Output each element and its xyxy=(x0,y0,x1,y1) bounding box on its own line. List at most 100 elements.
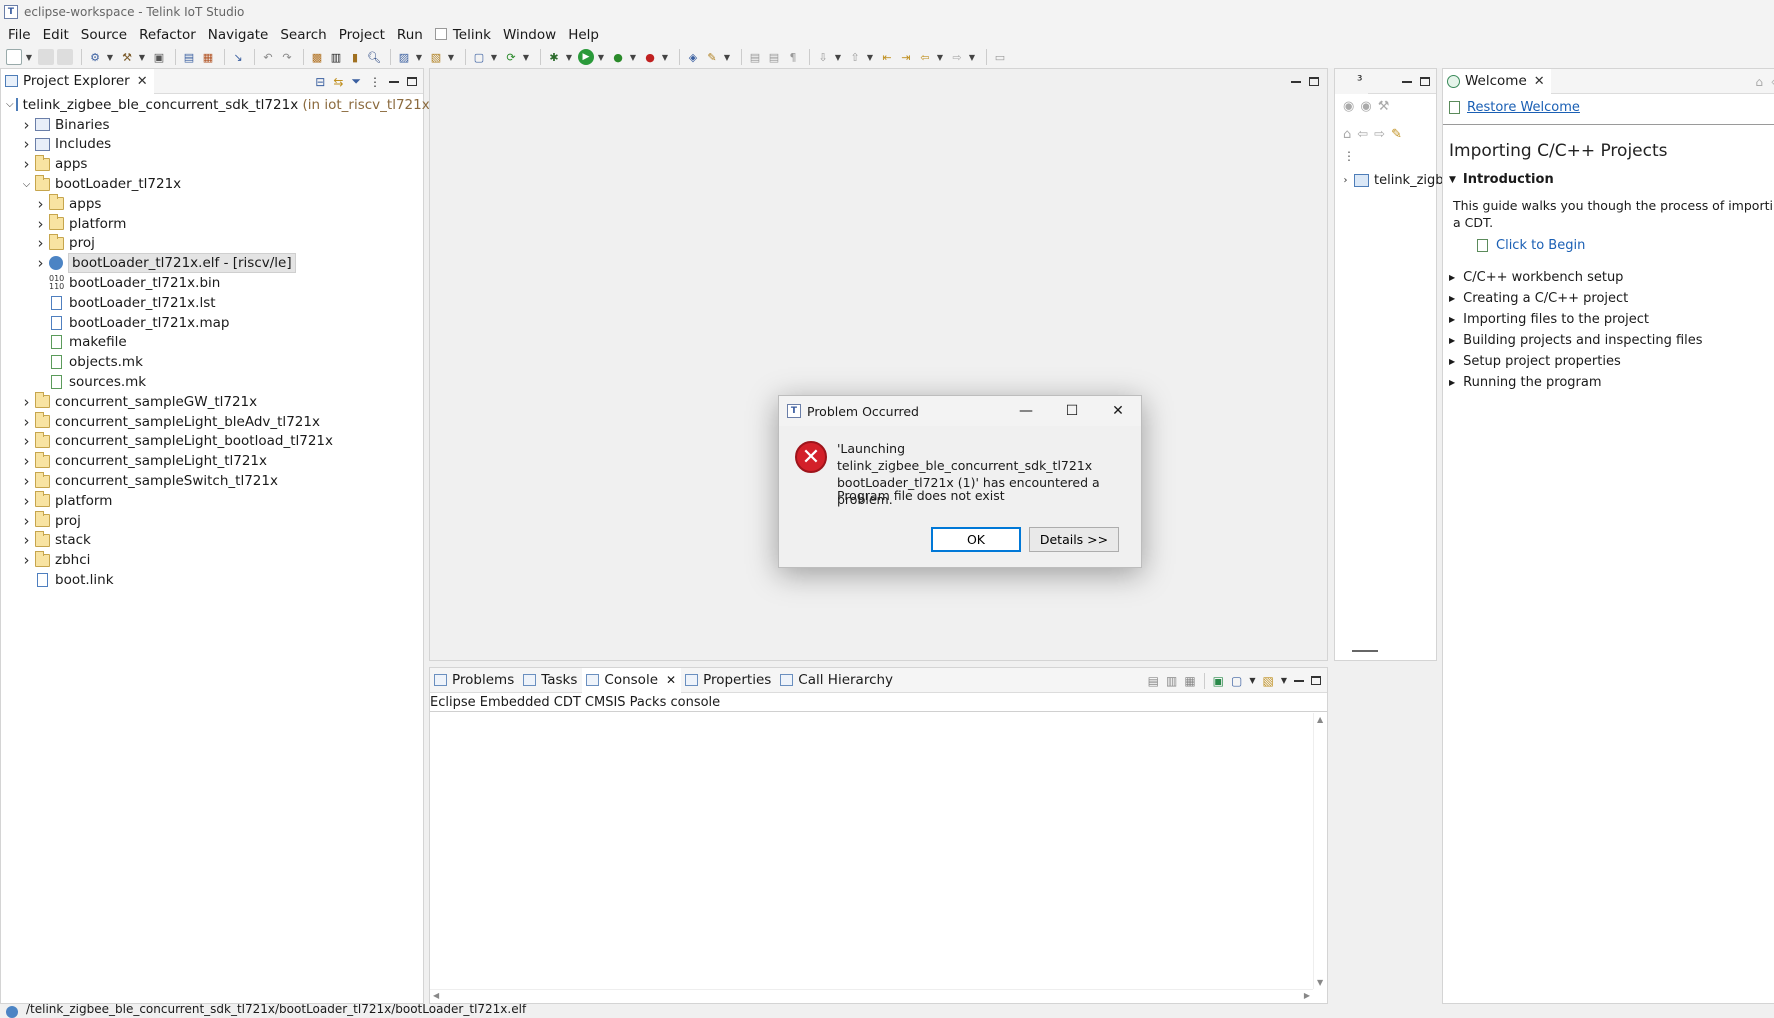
chevron-down-icon[interactable]: ▼ xyxy=(106,49,114,65)
close-icon[interactable]: ✕ xyxy=(666,673,676,687)
chevron-right-icon[interactable]: › xyxy=(34,234,47,252)
link-icon[interactable]: ↘ xyxy=(230,49,246,65)
menu-refactor[interactable]: Refactor xyxy=(135,27,204,43)
chevron-right-icon[interactable]: › xyxy=(20,452,33,470)
console-vertical-scrollbar[interactable]: ▲ ▼ xyxy=(1313,713,1327,989)
package-icon[interactable]: ▩ xyxy=(309,49,325,65)
chevron-right-icon[interactable]: › xyxy=(1339,175,1352,186)
close-icon[interactable]: ✕ xyxy=(1095,396,1141,426)
minimize-icon[interactable] xyxy=(1294,679,1304,682)
prev-annotation-icon[interactable]: ⇧ xyxy=(847,49,863,65)
ok-button[interactable]: OK xyxy=(931,527,1021,552)
terminal-icon[interactable]: ▤ xyxy=(181,49,197,65)
link-editor-icon[interactable]: ⇆ xyxy=(333,75,343,89)
chevron-down-icon[interactable]: ▼ xyxy=(565,49,573,65)
tree-item[interactable]: › zbhci xyxy=(1,550,423,570)
maximize-icon[interactable] xyxy=(1311,676,1321,685)
menu-telink[interactable]: Telink xyxy=(431,27,499,43)
chevron-right-icon[interactable]: › xyxy=(20,492,33,510)
tree-item[interactable]: › bootLoader_tl721x.elf - [riscv/le] xyxy=(1,253,423,274)
minimize-icon[interactable] xyxy=(1402,80,1412,83)
refresh-icon[interactable]: ⟳ xyxy=(503,49,519,65)
menu-run[interactable]: Run xyxy=(393,27,431,43)
forward-icon[interactable]: ⇨ xyxy=(949,49,965,65)
minimize-icon[interactable]: — xyxy=(1003,396,1049,426)
welcome-section[interactable]: ▶ Setup project properties xyxy=(1449,351,1703,372)
menu-project[interactable]: Project xyxy=(335,27,393,43)
chevron-down-icon[interactable]: ▼ xyxy=(834,49,842,65)
welcome-section[interactable]: ▶ Building projects and inspecting files xyxy=(1449,330,1703,351)
whitespace-icon[interactable]: ¶ xyxy=(785,49,801,65)
menu-navigate[interactable]: Navigate xyxy=(204,27,277,43)
maximize-icon[interactable]: ☐ xyxy=(1049,396,1095,426)
hammer-icon[interactable]: ⚒ xyxy=(1378,99,1390,114)
redo-icon[interactable]: ↷ xyxy=(279,49,295,65)
click-to-begin[interactable]: Click to Begin xyxy=(1477,238,1585,253)
view-menu-icon[interactable]: ⋮ xyxy=(1343,149,1355,163)
restore-welcome[interactable]: Restore Welcome xyxy=(1449,100,1580,115)
maximize-icon[interactable] xyxy=(1309,77,1319,86)
close-icon[interactable]: ✕ xyxy=(1534,74,1545,89)
menu-search[interactable]: Search xyxy=(276,27,334,43)
search-icon[interactable]: 🔍︎ xyxy=(366,49,382,65)
click-to-begin-link[interactable]: Click to Begin xyxy=(1496,238,1585,253)
tree-item[interactable]: › concurrent_sampleLight_bootload_tl721x xyxy=(1,431,423,452)
tree-root-project[interactable]: ⌵ telink_zigbee_ble_concurrent_sdk_tl721… xyxy=(1,95,435,115)
chevron-right-icon[interactable]: › xyxy=(20,393,33,411)
details-button[interactable]: Details >> xyxy=(1029,527,1119,552)
target-icon[interactable]: ◉ xyxy=(1343,99,1354,114)
back-icon[interactable]: ⇦ xyxy=(1357,127,1368,142)
chevron-down-icon[interactable]: ⌵ xyxy=(20,179,33,190)
tree-item[interactable]: bootLoader_tl721x.map xyxy=(1,313,423,333)
toggle-block-icon[interactable]: ▤ xyxy=(766,49,782,65)
chevron-down-icon[interactable]: ▼ xyxy=(661,49,669,65)
tree-item[interactable]: › concurrent_sampleLight_tl721x xyxy=(1,451,423,471)
build-icon[interactable]: ⚒ xyxy=(119,49,135,65)
back-icon[interactable]: ⇦ xyxy=(917,49,933,65)
chevron-down-icon[interactable]: ⌵ xyxy=(6,99,14,110)
wand-icon[interactable]: ✎ xyxy=(704,49,720,65)
chevron-right-icon[interactable]: › xyxy=(20,135,33,153)
chevron-down-icon[interactable]: ▼ xyxy=(490,49,498,65)
tab-outline-overflow[interactable]: ³ xyxy=(1335,68,1369,94)
chevron-down-icon[interactable]: ▼ xyxy=(597,49,605,65)
save-icon[interactable] xyxy=(38,49,54,65)
chevron-down-icon[interactable]: ▼ xyxy=(1249,676,1255,685)
introduction-section[interactable]: ▼ Introduction xyxy=(1449,172,1554,187)
view-menu-icon[interactable]: ⋮ xyxy=(369,75,381,89)
tree-item[interactable]: › proj xyxy=(1,511,423,531)
scroll-left-icon[interactable]: ◀ xyxy=(433,991,439,1000)
chevron-right-icon[interactable]: › xyxy=(20,155,33,173)
tree-item[interactable]: 010 110 bootLoader_tl721x.bin xyxy=(1,273,423,293)
open-console-icon[interactable]: ▧ xyxy=(1263,674,1274,688)
chevron-right-icon[interactable]: › xyxy=(20,512,33,530)
tree-item[interactable]: bootLoader_tl721x.lst xyxy=(1,293,423,313)
new-class-icon[interactable]: ▢ xyxy=(471,49,487,65)
tab-call-hierarchy[interactable]: Call Hierarchy xyxy=(776,668,898,693)
scroll-down-icon[interactable]: ▼ xyxy=(1317,978,1323,987)
chevron-down-icon[interactable]: ▼ xyxy=(447,49,455,65)
scroll-lock-icon[interactable]: ▥ xyxy=(1166,674,1177,688)
open-folder-icon[interactable]: ▧ xyxy=(428,49,444,65)
toggle-mark-icon[interactable]: ▤ xyxy=(747,49,763,65)
filter-icon[interactable]: ⏷ xyxy=(351,74,361,89)
chevron-down-icon[interactable]: ▼ xyxy=(415,49,423,65)
external-tools-icon[interactable]: ● xyxy=(642,49,658,65)
clean-icon[interactable]: ▣ xyxy=(151,49,167,65)
tab-tasks[interactable]: Tasks xyxy=(519,668,582,693)
tree-item[interactable]: › stack xyxy=(1,530,423,551)
debug-icon[interactable]: ✱ xyxy=(546,49,562,65)
welcome-section[interactable]: ▶ Running the program xyxy=(1449,372,1703,393)
console-horizontal-scrollbar[interactable]: ◀ ▶ xyxy=(430,989,1313,1003)
build-config-icon[interactable]: ⚙ xyxy=(87,49,103,65)
welcome-section[interactable]: ▶ Importing files to the project xyxy=(1449,309,1703,330)
tree-item[interactable]: sources.mk xyxy=(1,372,423,392)
chevron-right-icon[interactable]: › xyxy=(20,413,33,431)
menu-window[interactable]: Window xyxy=(499,27,564,43)
maximize-icon[interactable] xyxy=(407,77,417,86)
forward-edit-icon[interactable]: ⇥ xyxy=(898,49,914,65)
welcome-section[interactable]: ▶ C/C++ workbench setup xyxy=(1449,267,1703,288)
tab-console[interactable]: Console ✕ xyxy=(582,667,682,693)
close-icon[interactable]: ✕ xyxy=(137,74,148,89)
tree-item[interactable]: objects.mk xyxy=(1,352,423,372)
